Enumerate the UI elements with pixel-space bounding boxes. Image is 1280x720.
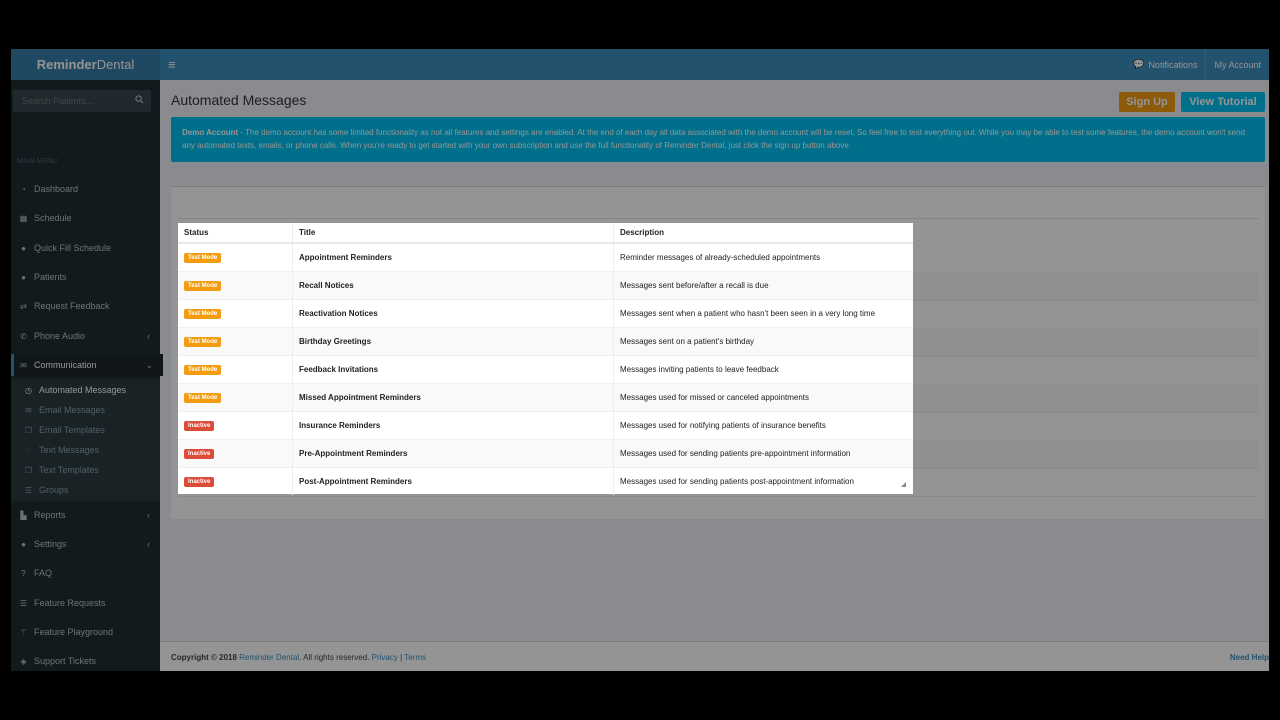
title-cell[interactable]: Recall Notices [292,271,614,300]
table-row[interactable]: Inactive Insurance Reminders Messages used… [178,411,913,440]
title-cell[interactable]: Post-Appointment Reminders [292,467,614,495]
description-cell: Messages sent before/after a recall is d… [613,271,913,300]
status-cell: Inactive [178,439,293,468]
table-row[interactable]: Test Mode Appointment Reminders Reminder m… [178,242,913,272]
status-cell: Test Mode [178,383,293,412]
status-badge: Test Mode [184,337,222,347]
status-badge: Test Mode [184,393,222,403]
status-badge: Test Mode [184,365,222,375]
column-header-status[interactable]: Status [178,223,293,244]
description-cell: Messages used for sending patients pre-a… [613,439,913,468]
status-cell: Test Mode [178,299,293,328]
table-row[interactable]: Inactive Pre-Appointment Reminders Message… [178,439,913,468]
description-cell: Messages sent when a patient who hasn't … [613,299,913,328]
status-cell: Inactive [178,411,293,440]
description-cell: Messages sent on a patient's birthday [613,327,913,356]
description-cell: Messages inviting patients to leave feed… [613,355,913,384]
table-row[interactable]: Test Mode Birthday Greetings Messages sent… [178,327,913,356]
status-badge: Test Mode [184,253,222,263]
status-cell: Test Mode [178,271,293,300]
table-row[interactable]: Test Mode Missed Appointment Reminders Mes… [178,383,913,412]
description-cell: Messages used for notifying patients of … [613,411,913,440]
automated-messages-table: Status Title Description Test Mode Appoin… [178,223,913,495]
column-header-title[interactable]: Title [292,223,614,244]
table-row[interactable]: Test Mode Recall Notices Messages sent bef… [178,271,913,300]
table-row[interactable]: Test Mode Feedback Invitations Messages in… [178,355,913,384]
title-cell[interactable]: Insurance Reminders [292,411,614,440]
description-cell: Messages used for missed or canceled app… [613,383,913,412]
status-badge: Test Mode [184,309,222,319]
status-badge: Inactive [184,449,215,459]
title-cell[interactable]: Birthday Greetings [292,327,614,356]
title-cell[interactable]: Pre-Appointment Reminders [292,439,614,468]
status-cell: Test Mode [178,242,293,272]
status-cell: Test Mode [178,327,293,356]
table-row[interactable]: Inactive Post-Appointment Reminders Messag… [178,467,913,495]
title-cell[interactable]: Missed Appointment Reminders [292,383,614,412]
description-cell: Messages used for sending patients post-… [613,467,913,495]
status-cell: Inactive [178,467,293,495]
title-cell[interactable]: Appointment Reminders [292,242,614,272]
status-cell: Test Mode [178,355,293,384]
title-cell[interactable]: Feedback Invitations [292,355,614,384]
description-cell: Reminder messages of already-scheduled a… [613,242,913,272]
column-header-description[interactable]: Description [613,223,913,244]
status-badge: Inactive [184,477,215,487]
table-row[interactable]: Test Mode Reactivation Notices Messages se… [178,299,913,328]
status-badge: Test Mode [184,281,222,291]
resize-handle-icon[interactable] [901,482,906,487]
status-badge: Inactive [184,421,215,431]
title-cell[interactable]: Reactivation Notices [292,299,614,328]
